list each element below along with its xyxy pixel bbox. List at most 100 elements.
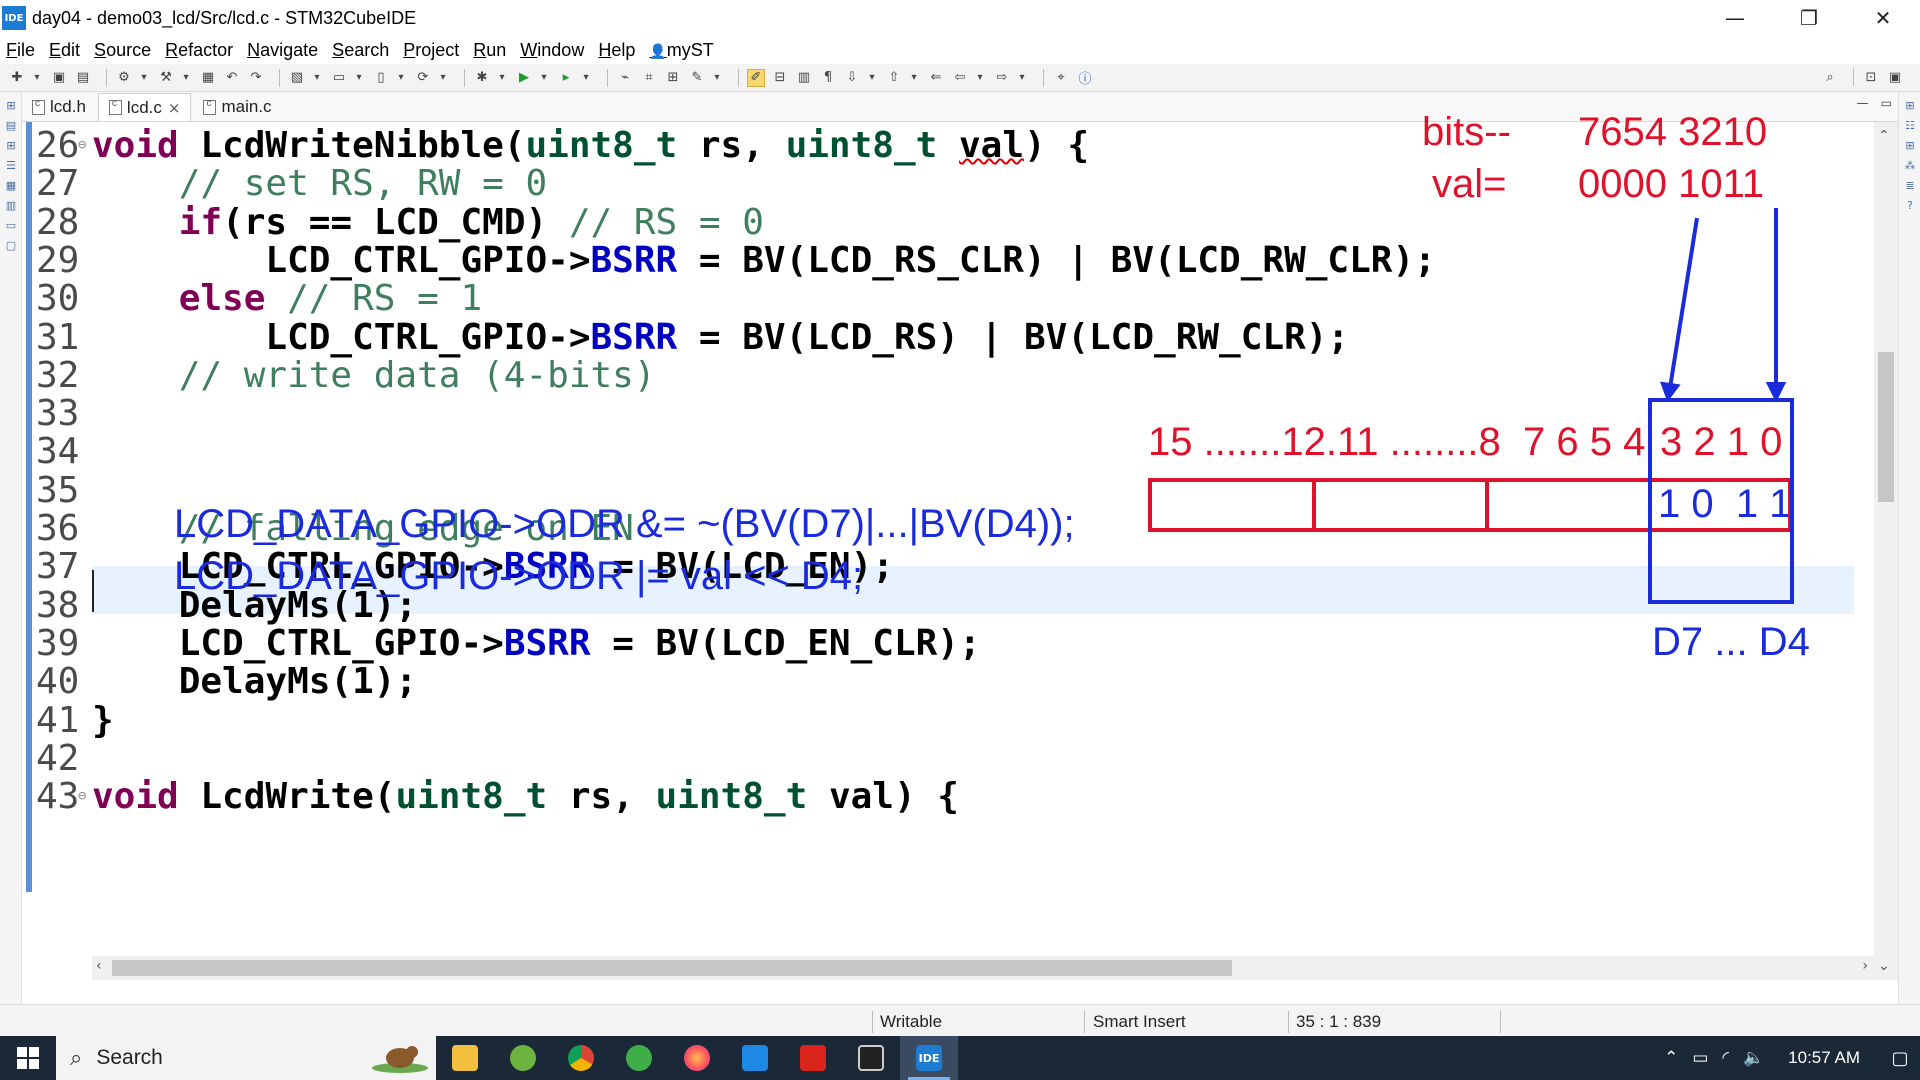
maximize-button[interactable]: ❐ (1772, 0, 1846, 36)
scroll-left-icon[interactable]: ‹ (96, 958, 102, 974)
external-tools-dropdown-icon[interactable]: ▾ (581, 69, 591, 87)
chip-icon[interactable]: ▦ (199, 69, 217, 87)
folder-icon[interactable]: ▭ (330, 69, 348, 87)
open-folder-icon[interactable]: ⊞ (664, 69, 682, 87)
mark-icon[interactable]: ⊟ (771, 69, 789, 87)
clock[interactable]: 10:57 AM (1788, 1048, 1860, 1068)
folder-dropdown-icon[interactable]: ▾ (354, 69, 364, 87)
tasks-icon[interactable]: ≣ (1903, 178, 1917, 192)
firefox-app[interactable] (668, 1036, 726, 1080)
run-icon[interactable]: ▶ (515, 69, 533, 87)
scroll-right-icon[interactable]: › (1862, 958, 1868, 974)
stm32cubeide-app[interactable]: IDE (900, 1036, 958, 1080)
restore-icon[interactable]: ⊞ (1903, 138, 1917, 152)
terminal-app[interactable] (842, 1036, 900, 1080)
acrobat-app[interactable] (784, 1036, 842, 1080)
menu-run[interactable]: Run (473, 40, 506, 61)
menu-myst[interactable]: 👤myST (649, 40, 713, 61)
next-annotation-icon[interactable]: ⇩ (843, 69, 861, 87)
prev-annotation-dropdown-icon[interactable]: ▾ (909, 69, 919, 87)
menu-help[interactable]: Help (598, 40, 635, 61)
prev-annotation-icon[interactable]: ⇧ (885, 69, 903, 87)
gear-dropdown-icon[interactable]: ▾ (139, 69, 149, 87)
outline-icon[interactable]: ☰ (4, 158, 18, 172)
build-analyzer-icon[interactable]: ▦ (4, 178, 18, 192)
maximize-icon[interactable]: ▭ (1881, 96, 1892, 110)
save-all-icon[interactable]: ▤ (74, 69, 92, 87)
stack-analyzer-icon[interactable]: ▥ (4, 198, 18, 212)
scroll-down-icon[interactable]: ⌄ (1878, 958, 1890, 974)
vertical-scrollbar[interactable]: ⌃ ⌄ (1874, 122, 1898, 980)
last-edit-icon[interactable]: ⇐ (927, 69, 945, 87)
menu-window[interactable]: Window (520, 40, 584, 61)
outline-view-icon[interactable]: ☷ (1903, 118, 1917, 132)
external-tools-icon[interactable]: ▸ (557, 69, 575, 87)
spring-tools-app[interactable] (494, 1036, 552, 1080)
perspective-icon[interactable]: ⊡ (1862, 68, 1880, 86)
image-dropdown-icon[interactable]: ▾ (312, 69, 322, 87)
build-icon[interactable]: ⚒ (157, 69, 175, 87)
minimize-icon[interactable]: — (1857, 96, 1869, 110)
file-explorer-app[interactable] (436, 1036, 494, 1080)
volume-icon[interactable]: 🔈 (1743, 1048, 1764, 1068)
tab-lcd-h[interactable]: lcd.h (22, 93, 96, 121)
undo-icon[interactable]: ↶ (223, 69, 241, 87)
menu-project[interactable]: Project (403, 40, 459, 61)
taskbar-search[interactable]: ⌕ Search (56, 1036, 436, 1080)
battery-icon[interactable]: ▭ (1692, 1048, 1708, 1068)
forward-icon[interactable]: ⇨ (993, 69, 1011, 87)
new-icon[interactable]: ✚ (8, 69, 26, 87)
new-dropdown-icon[interactable]: ▾ (32, 69, 42, 87)
save-icon[interactable]: ▣ (50, 69, 68, 87)
run-dropdown-icon[interactable]: ▾ (539, 69, 549, 87)
restore-icon[interactable]: ⊞ (1903, 98, 1917, 112)
file-icon[interactable]: ▯ (372, 69, 390, 87)
back-icon[interactable]: ⇦ (951, 69, 969, 87)
next-annotation-dropdown-icon[interactable]: ▾ (867, 69, 877, 87)
scroll-up-icon[interactable]: ⌃ (1878, 128, 1890, 144)
help-icon[interactable]: ? (1903, 198, 1917, 212)
block-icon[interactable]: ▥ (795, 69, 813, 87)
close-tab-icon[interactable]: × (168, 99, 181, 117)
registers-icon[interactable]: ⁂ (1903, 158, 1917, 172)
vertical-scroll-thumb[interactable] (1878, 352, 1894, 502)
pen-icon[interactable]: ✎ (688, 69, 706, 87)
green-app[interactable] (610, 1036, 668, 1080)
menu-edit[interactable]: Edit (49, 40, 80, 61)
notification-icon[interactable]: ▢ (1880, 1036, 1920, 1080)
tab-main-c[interactable]: main.c (193, 93, 281, 121)
menu-source[interactable]: Source (94, 40, 151, 61)
refresh-icon[interactable]: ⟳ (414, 69, 432, 87)
build-dropdown-icon[interactable]: ▾ (181, 69, 191, 87)
menu-search[interactable]: Search (332, 40, 389, 61)
problems-icon[interactable]: ▢ (4, 238, 18, 252)
terminal-icon[interactable]: ⌗ (640, 69, 658, 87)
console-icon[interactable]: ▭ (4, 218, 18, 232)
horizontal-scrollbar[interactable]: ‹ › (92, 956, 1878, 980)
refresh-dropdown-icon[interactable]: ▾ (438, 69, 448, 87)
menu-navigate[interactable]: Navigate (247, 40, 318, 61)
cpp-perspective-icon[interactable]: ▣ (1886, 68, 1904, 86)
horizontal-scroll-thumb[interactable] (112, 960, 1232, 976)
file-dropdown-icon[interactable]: ▾ (396, 69, 406, 87)
highlight-icon[interactable]: ✐ (747, 68, 765, 87)
forward-dropdown-icon[interactable]: ▾ (1017, 69, 1027, 87)
restore-icon[interactable]: ⊞ (4, 138, 18, 152)
menu-refactor[interactable]: Refactor (165, 40, 233, 61)
pin-icon[interactable]: ⌖ (1052, 69, 1070, 87)
project-explorer-icon[interactable]: ▤ (4, 118, 18, 132)
image-icon[interactable]: ▧ (288, 69, 306, 87)
fold-toggle-icon[interactable]: ⊖ (78, 773, 86, 820)
vscode-app[interactable] (726, 1036, 784, 1080)
pilcrow-icon[interactable]: ¶ (819, 69, 837, 87)
wifi-icon[interactable]: ◜ (1722, 1048, 1729, 1068)
info-icon[interactable]: ⓘ (1076, 69, 1094, 87)
search-icon[interactable]: ⌕ (1821, 68, 1839, 86)
pen-dropdown-icon[interactable]: ▾ (712, 69, 722, 87)
close-button[interactable]: ✕ (1846, 0, 1920, 36)
redo-icon[interactable]: ↷ (247, 69, 265, 87)
tab-lcd-c[interactable]: lcd.c × (97, 93, 192, 121)
gear-icon[interactable]: ⚙ (115, 69, 133, 87)
connect-icon[interactable]: ⌁ (616, 69, 634, 87)
show-hidden-icons-icon[interactable]: ⌃ (1664, 1048, 1678, 1068)
